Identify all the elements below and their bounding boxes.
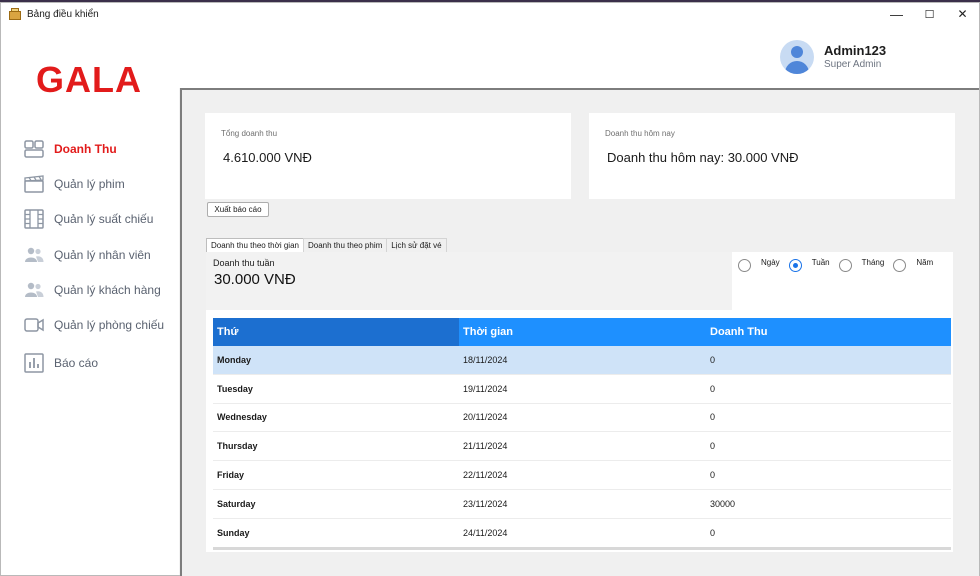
logo: GALA (36, 59, 142, 100)
table-row[interactable]: Monday 18/11/2024 0 (213, 346, 951, 375)
cell-date: 20/11/2024 (463, 412, 508, 423)
close-button[interactable]: ✕ (946, 3, 979, 25)
sidebar-item-label: Quản lý suất chiếu (54, 212, 154, 227)
total-revenue-caption: Tổng doanh thu (221, 129, 278, 138)
sidebar-item-label: Quản lý khách hàng (54, 282, 161, 297)
tab-revenue-by-movie[interactable]: Doanh thu theo phim (302, 238, 388, 252)
window-controls: — ☐ ✕ (880, 3, 979, 25)
tab-panel: Doanh thu tuần 30.000 VNĐ Ngày Tuần Thán… (206, 252, 953, 552)
radio-label: Ngày (761, 258, 780, 267)
people-icon (24, 245, 44, 265)
user-role: Super Admin (824, 59, 882, 70)
radio-circle[interactable] (893, 259, 907, 272)
radio-label: Tháng (861, 258, 885, 267)
cell-revenue: 0 (710, 383, 716, 394)
window-title: Bảng điều khiển (27, 8, 99, 20)
sidebar-item-label: Báo cáo (54, 356, 99, 371)
sidebar-item-quan-ly-nhan-vien[interactable]: Quản lý nhân viên (1, 237, 179, 272)
tab-booking-history[interactable]: Lịch sử đặt vé (386, 238, 447, 252)
sidebar-item-quan-ly-phong-chieu[interactable]: Quản lý phòng chiếu (1, 307, 179, 342)
maximize-button[interactable]: ☐ (913, 3, 946, 25)
radio-label: Năm (916, 258, 934, 267)
sidebar-item-doanh-thu[interactable]: Doanh Thu (1, 131, 179, 166)
column-header-time[interactable]: Thời gian (459, 318, 706, 346)
cell-date: 23/11/2024 (463, 498, 508, 509)
radio-label: Tuần (811, 258, 830, 267)
header: Admin123 Super Admin (179, 25, 979, 88)
cell-day: Sunday (217, 528, 250, 539)
sidebar: GALA Doanh Thu Quản lý phim Quản lý suất… (1, 25, 179, 575)
today-revenue-caption: Doanh thu hôm nay (605, 129, 675, 138)
today-revenue-value: Doanh thu hôm nay: 30.000 VNĐ (607, 150, 799, 165)
sidebar-item-quan-ly-phim[interactable]: Quản lý phim (1, 166, 179, 201)
radio-circle[interactable] (738, 259, 751, 272)
horizontal-scrollbar[interactable] (213, 547, 951, 550)
cell-date: 22/11/2024 (463, 470, 508, 481)
column-header-revenue[interactable]: Doanh Thu (706, 318, 951, 346)
period-caption: Doanh thu tuần (213, 258, 275, 268)
cell-revenue: 0 (710, 412, 716, 423)
people-icon (24, 280, 44, 300)
cell-day: Wednesday (217, 412, 267, 423)
table-row[interactable]: Saturday 23/11/2024 30000 (213, 490, 951, 519)
radio-month[interactable]: Tháng (838, 258, 885, 272)
app-icon (9, 8, 21, 20)
period-options: Ngày Tuần Tháng Năm (738, 258, 942, 272)
revenue-table: Thứ Thời gian Doanh Thu Monday 18/11/202… (213, 318, 951, 548)
period-summary: Doanh thu tuần 30.000 VNĐ (206, 252, 732, 310)
cell-date: 19/11/2024 (463, 383, 508, 394)
total-revenue-value: 4.610.000 VNĐ (223, 150, 312, 165)
radio-circle[interactable] (838, 259, 852, 272)
film-strip-icon (24, 209, 44, 229)
table-row[interactable]: Wednesday 20/11/2024 0 (213, 404, 951, 433)
cell-day: Friday (217, 470, 245, 481)
cell-day: Tuesday (217, 383, 253, 394)
column-header-day[interactable]: Thứ (213, 318, 459, 346)
sidebar-item-label: Quản lý phim (54, 176, 125, 191)
sidebar-item-quan-ly-khach-hang[interactable]: Quản lý khách hàng (1, 272, 179, 307)
cell-revenue: 0 (710, 470, 716, 481)
cell-revenue: 0 (710, 528, 716, 539)
table-row[interactable]: Tuesday 19/11/2024 0 (213, 375, 951, 404)
tab-revenue-by-time[interactable]: Doanh thu theo thời gian (206, 238, 304, 253)
radio-week[interactable]: Tuần (788, 258, 830, 272)
cell-day: Saturday (217, 498, 256, 509)
minimize-button[interactable]: — (880, 3, 913, 25)
clapperboard-icon (24, 174, 44, 194)
sidebar-nav: Doanh Thu Quản lý phim Quản lý suất chiế… (1, 131, 179, 381)
cell-day: Thursday (217, 441, 258, 452)
sidebar-item-label: Quản lý phòng chiếu (54, 318, 165, 333)
table-row[interactable]: Sunday 24/11/2024 0 (213, 519, 951, 548)
export-report-button[interactable]: Xuất báo cáo (207, 202, 269, 217)
radio-day[interactable]: Ngày (738, 258, 780, 272)
video-camera-icon (24, 315, 44, 335)
period-value: 30.000 VNĐ (214, 271, 296, 288)
tab-bar: Doanh thu theo thời gian Doanh thu theo … (206, 238, 447, 253)
radio-circle[interactable] (788, 259, 802, 272)
cell-revenue: 0 (710, 441, 716, 452)
app-window: Bảng điều khiển — ☐ ✕ GALA Doanh Thu Quả… (0, 2, 980, 576)
cell-day: Monday (217, 354, 252, 365)
sidebar-item-label: Doanh Thu (54, 141, 117, 156)
cell-revenue: 30000 (710, 498, 736, 509)
main-content: Tổng doanh thu 4.610.000 VNĐ Doanh thu h… (180, 88, 979, 576)
total-revenue-card: Tổng doanh thu 4.610.000 VNĐ (205, 113, 571, 199)
cell-date: 21/11/2024 (463, 441, 508, 452)
table-header: Thứ Thời gian Doanh Thu (213, 318, 951, 346)
sidebar-item-label: Quản lý nhân viên (54, 247, 151, 262)
username: Admin123 (824, 43, 887, 58)
cell-date: 18/11/2024 (463, 354, 508, 365)
dashboard-icon (24, 139, 44, 159)
sidebar-item-quan-ly-suat-chieu[interactable]: Quản lý suất chiếu (1, 202, 179, 237)
bar-chart-icon (24, 353, 44, 374)
sidebar-item-bao-cao[interactable]: Báo cáo (1, 346, 179, 381)
cell-revenue: 0 (710, 354, 716, 365)
table-row[interactable]: Thursday 21/11/2024 0 (213, 432, 951, 462)
radio-year[interactable]: Năm (893, 258, 933, 272)
today-revenue-card: Doanh thu hôm nay Doanh thu hôm nay: 30.… (589, 113, 955, 199)
avatar[interactable] (780, 40, 814, 74)
cell-date: 24/11/2024 (463, 528, 508, 539)
title-bar: Bảng điều khiển — ☐ ✕ (1, 3, 979, 25)
table-row[interactable]: Friday 22/11/2024 0 (213, 461, 951, 490)
